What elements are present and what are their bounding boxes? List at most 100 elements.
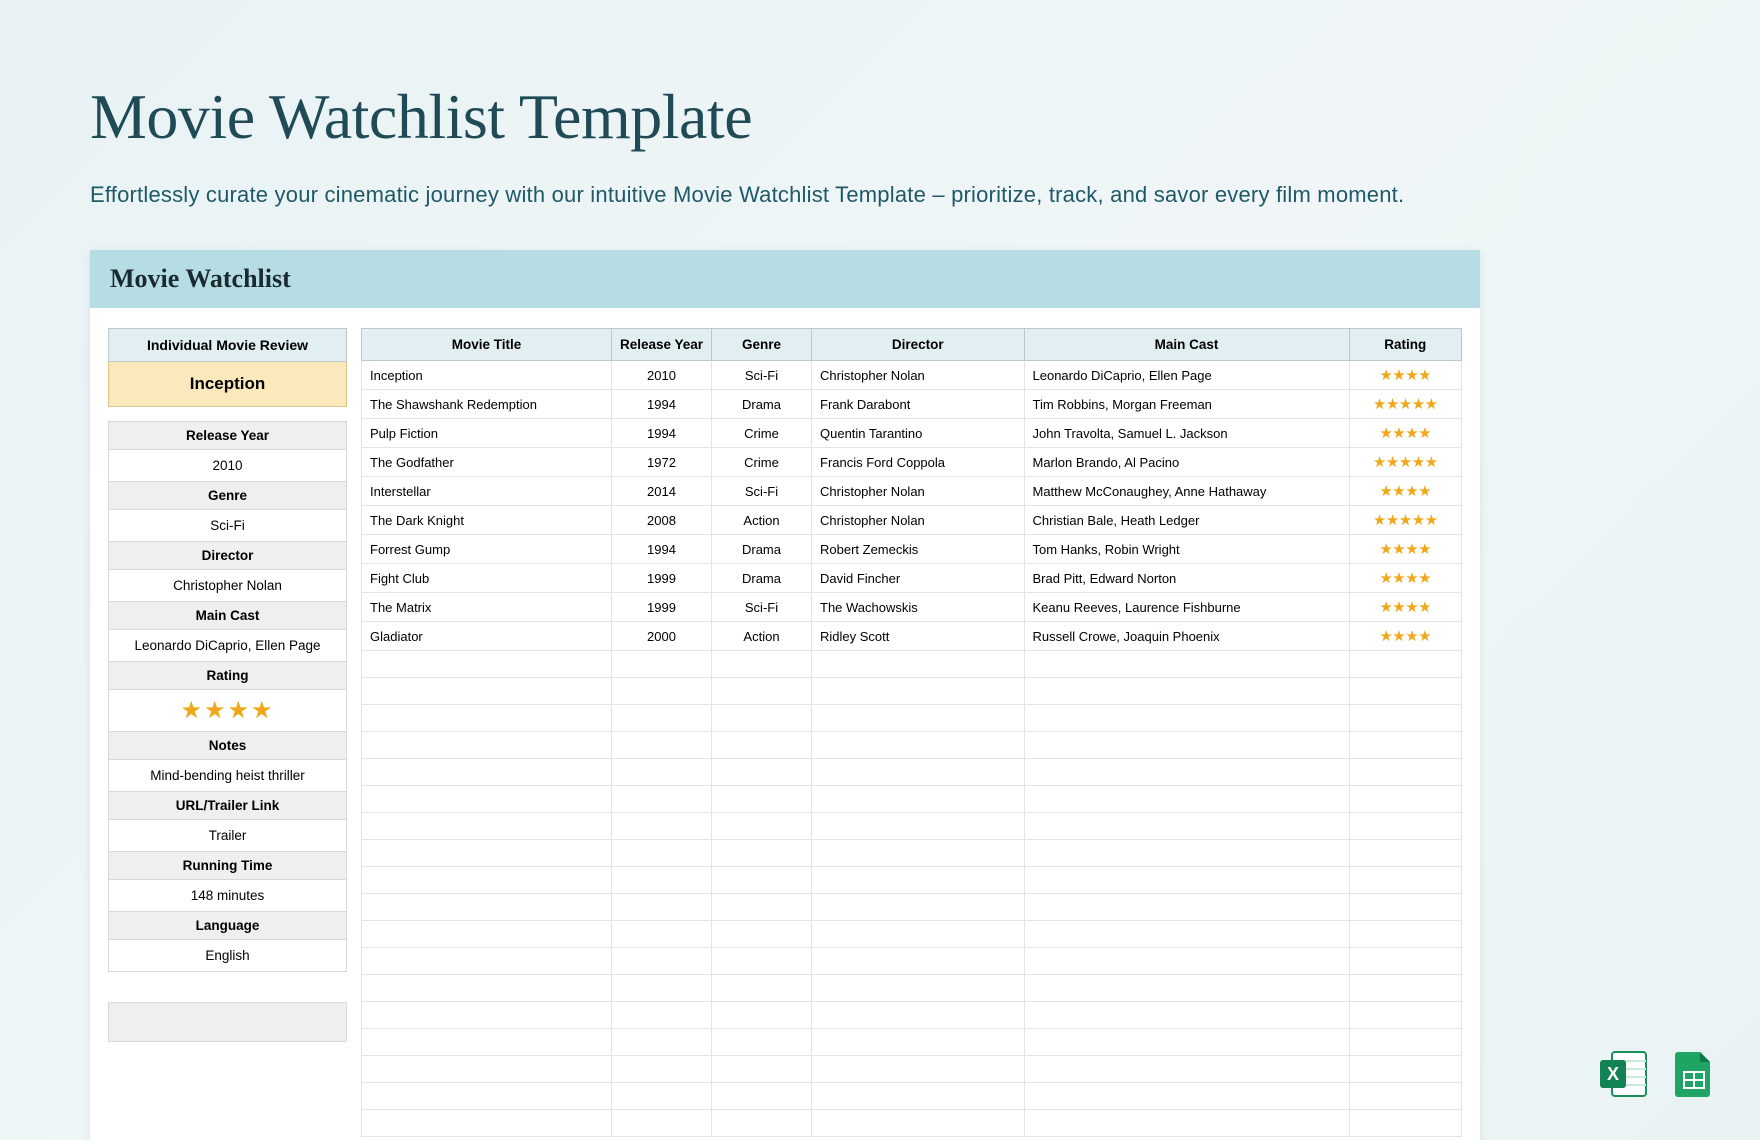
page-subtitle: Effortlessly curate your cinematic journ… (0, 154, 1760, 208)
table-cell (1349, 1083, 1462, 1110)
table-row: The Matrix1999Sci-FiThe WachowskisKeanu … (362, 593, 1462, 622)
table-cell (1349, 975, 1462, 1002)
table-cell (1024, 705, 1349, 732)
sheets-icon[interactable] (1668, 1048, 1720, 1100)
table-cell (712, 1110, 812, 1137)
table-cell (812, 705, 1025, 732)
table-cell (362, 948, 612, 975)
table-cell (362, 921, 612, 948)
table-cell (812, 975, 1025, 1002)
side-field-label: Director (109, 542, 346, 570)
table-cell (1024, 1029, 1349, 1056)
table-cell: Christopher Nolan (812, 477, 1025, 506)
side-field-value: Christopher Nolan (109, 570, 346, 601)
table-row (362, 894, 1462, 921)
table-cell: ★★★★ (1349, 622, 1462, 651)
main-table-area: Movie TitleRelease YearGenreDirectorMain… (361, 328, 1462, 1137)
side-field-label: Main Cast (109, 602, 346, 630)
table-cell: 2010 (612, 361, 712, 390)
table-cell (362, 867, 612, 894)
table-cell (712, 813, 812, 840)
table-cell (362, 1056, 612, 1083)
table-row: Fight Club1999DramaDavid FincherBrad Pit… (362, 564, 1462, 593)
table-cell: John Travolta, Samuel L. Jackson (1024, 419, 1349, 448)
spreadsheet-preview: Movie Watchlist Individual Movie Review … (90, 250, 1480, 1140)
table-cell (1349, 948, 1462, 975)
table-cell: David Fincher (812, 564, 1025, 593)
table-row: Pulp Fiction1994CrimeQuentin TarantinoJo… (362, 419, 1462, 448)
table-cell (612, 867, 712, 894)
table-cell (612, 1110, 712, 1137)
table-header: Main Cast (1024, 329, 1349, 361)
table-cell: Drama (712, 564, 812, 593)
table-cell: ★★★★★ (1349, 448, 1462, 477)
table-cell: Action (712, 622, 812, 651)
table-cell: Ridley Scott (812, 622, 1025, 651)
table-cell (812, 921, 1025, 948)
table-header: Release Year (612, 329, 712, 361)
table-row (362, 948, 1462, 975)
table-row (362, 1056, 1462, 1083)
table-cell (812, 678, 1025, 705)
table-cell: 1994 (612, 390, 712, 419)
table-cell (712, 921, 812, 948)
table-cell: Pulp Fiction (362, 419, 612, 448)
table-cell: The Wachowskis (812, 593, 1025, 622)
table-cell (612, 813, 712, 840)
table-cell (812, 813, 1025, 840)
table-cell: Drama (712, 390, 812, 419)
table-cell (1024, 867, 1349, 894)
table-cell (712, 1029, 812, 1056)
table-cell (612, 975, 712, 1002)
table-cell (712, 678, 812, 705)
side-field-label: URL/Trailer Link (109, 792, 346, 820)
table-cell (1349, 894, 1462, 921)
table-cell (712, 894, 812, 921)
side-empty-block (108, 1002, 347, 1042)
table-cell: Keanu Reeves, Laurence Fishburne (1024, 593, 1349, 622)
table-cell (362, 975, 612, 1002)
table-cell: ★★★★★ (1349, 506, 1462, 535)
table-row (362, 867, 1462, 894)
table-cell (812, 894, 1025, 921)
table-cell (612, 840, 712, 867)
table-cell (612, 786, 712, 813)
table-cell (362, 651, 612, 678)
table-cell: 2014 (612, 477, 712, 506)
table-row (362, 1083, 1462, 1110)
table-header: Rating (1349, 329, 1462, 361)
side-field-label: Notes (109, 732, 346, 760)
table-cell (362, 894, 612, 921)
table-cell (1024, 975, 1349, 1002)
table-cell: Quentin Tarantino (812, 419, 1025, 448)
table-cell: Brad Pitt, Edward Norton (1024, 564, 1349, 593)
table-cell (1349, 1002, 1462, 1029)
table-cell: Crime (712, 448, 812, 477)
table-cell (362, 732, 612, 759)
table-cell: Crime (712, 419, 812, 448)
side-field-value: English (109, 940, 346, 971)
table-cell (712, 1083, 812, 1110)
table-cell (1024, 894, 1349, 921)
table-cell: Russell Crowe, Joaquin Phoenix (1024, 622, 1349, 651)
side-field-label: Release Year (109, 422, 346, 450)
table-cell: ★★★★ (1349, 419, 1462, 448)
table-cell: Sci-Fi (712, 593, 812, 622)
table-cell (712, 759, 812, 786)
table-cell (812, 1056, 1025, 1083)
table-cell (1024, 813, 1349, 840)
table-row (362, 1110, 1462, 1137)
table-cell (1024, 1083, 1349, 1110)
table-cell (712, 1056, 812, 1083)
table-cell (612, 732, 712, 759)
table-cell (612, 759, 712, 786)
table-cell (362, 759, 612, 786)
table-cell: 1972 (612, 448, 712, 477)
table-cell (612, 1083, 712, 1110)
table-cell (612, 1029, 712, 1056)
excel-icon[interactable]: X (1598, 1048, 1650, 1100)
table-row (362, 678, 1462, 705)
table-cell (1349, 1056, 1462, 1083)
table-cell: ★★★★ (1349, 564, 1462, 593)
table-cell (612, 894, 712, 921)
